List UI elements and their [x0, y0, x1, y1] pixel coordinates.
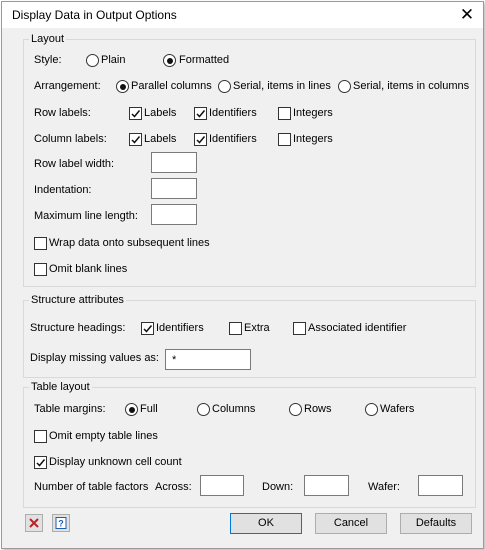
window-title: Display Data in Output Options	[12, 8, 177, 22]
structure-extra-label: Extra	[244, 322, 270, 334]
row-label-width-input[interactable]	[151, 152, 197, 173]
row-labels-integers-label: Integers	[293, 107, 333, 119]
down-input[interactable]	[304, 475, 349, 496]
table-layout-group-title: Table layout	[29, 381, 92, 393]
row-labels-identifiers-label: Identifiers	[209, 107, 257, 119]
structure-headings-label: Structure headings:	[30, 322, 126, 334]
missing-values-input[interactable]	[165, 349, 251, 370]
style-formatted-label: Formatted	[179, 54, 230, 66]
margins-wafers-label: Wafers	[380, 403, 415, 415]
omit-blank-lines-checkbox[interactable]	[34, 263, 47, 276]
structure-extra-checkbox[interactable]	[229, 322, 242, 335]
margins-columns-radio[interactable]	[197, 403, 210, 416]
margins-rows-label: Rows	[304, 403, 332, 415]
row-labels-labels-label: Labels	[144, 107, 177, 119]
layout-group-title: Layout	[29, 33, 67, 45]
svg-text:?: ?	[58, 519, 64, 529]
arrangement-label: Arrangement:	[34, 80, 101, 92]
style-label: Style:	[34, 54, 62, 66]
omit-blank-lines-label: Omit blank lines	[49, 263, 128, 275]
column-labels-labels-checkbox[interactable]	[129, 133, 142, 146]
arrangement-serial-lines-label: Serial, items in lines	[233, 80, 331, 92]
defaults-button[interactable]: Defaults	[400, 513, 472, 534]
structure-group-title: Structure attributes	[29, 294, 126, 306]
wrap-data-label: Wrap data onto subsequent lines	[49, 237, 210, 249]
margins-wafers-radio[interactable]	[365, 403, 378, 416]
arrangement-serial-columns-label: Serial, items in columns	[353, 80, 470, 92]
max-line-length-label: Maximum line length:	[34, 210, 138, 222]
across-input[interactable]	[200, 475, 244, 496]
options-dialog: Display Data in Output Options ✕ Layout …	[1, 1, 484, 549]
help-button[interactable]: ?	[52, 514, 70, 532]
arrangement-parallel-radio[interactable]	[116, 80, 129, 93]
clear-button[interactable]	[25, 514, 43, 532]
structure-associated-identifier-checkbox[interactable]	[293, 322, 306, 335]
column-labels-labels-label: Labels	[144, 133, 177, 145]
close-icon[interactable]: ✕	[456, 5, 478, 25]
row-labels-label: Row labels:	[34, 107, 91, 119]
table-margins-label: Table margins:	[34, 403, 106, 415]
margins-columns-label: Columns	[212, 403, 256, 415]
arrangement-serial-columns-radio[interactable]	[338, 80, 351, 93]
column-labels-label: Column labels:	[34, 133, 107, 145]
ok-button[interactable]: OK	[230, 513, 302, 534]
margins-full-radio[interactable]	[125, 403, 138, 416]
table-factors-label: Number of table factors	[34, 481, 149, 493]
style-plain-radio[interactable]	[86, 54, 99, 67]
indentation-label: Indentation:	[34, 184, 92, 196]
arrangement-serial-lines-radio[interactable]	[218, 80, 231, 93]
unknown-cell-count-checkbox[interactable]	[34, 456, 47, 469]
structure-identifiers-label: Identifiers	[156, 322, 204, 334]
margins-rows-radio[interactable]	[289, 403, 302, 416]
column-labels-identifiers-label: Identifiers	[209, 133, 257, 145]
across-label: Across:	[155, 481, 192, 493]
indentation-input[interactable]	[151, 178, 197, 199]
row-label-width-label: Row label width:	[34, 158, 115, 170]
style-formatted-radio[interactable]	[163, 54, 176, 67]
unknown-cell-count-label: Display unknown cell count	[49, 456, 182, 468]
wafer-label: Wafer:	[368, 481, 400, 493]
help-icon: ?	[55, 517, 67, 529]
cancel-button[interactable]: Cancel	[315, 513, 387, 534]
margins-full-label: Full	[140, 403, 158, 415]
missing-values-label: Display missing values as:	[30, 352, 159, 364]
row-labels-labels-checkbox[interactable]	[129, 107, 142, 120]
title-bar: Display Data in Output Options ✕	[2, 2, 483, 28]
down-label: Down:	[262, 481, 294, 493]
structure-associated-identifier-label: Associated identifier	[308, 322, 407, 334]
arrangement-parallel-label: Parallel columns	[131, 80, 212, 92]
wrap-data-checkbox[interactable]	[34, 237, 47, 250]
row-labels-identifiers-checkbox[interactable]	[194, 107, 207, 120]
max-line-length-input[interactable]	[151, 204, 197, 225]
column-labels-identifiers-checkbox[interactable]	[194, 133, 207, 146]
clear-icon	[29, 518, 39, 528]
column-labels-integers-label: Integers	[293, 133, 333, 145]
column-labels-integers-checkbox[interactable]	[278, 133, 291, 146]
structure-identifiers-checkbox[interactable]	[141, 322, 154, 335]
omit-empty-table-lines-label: Omit empty table lines	[49, 430, 158, 442]
omit-empty-table-lines-checkbox[interactable]	[34, 430, 47, 443]
wafer-input[interactable]	[418, 475, 463, 496]
row-labels-integers-checkbox[interactable]	[278, 107, 291, 120]
style-plain-label: Plain	[101, 54, 126, 66]
